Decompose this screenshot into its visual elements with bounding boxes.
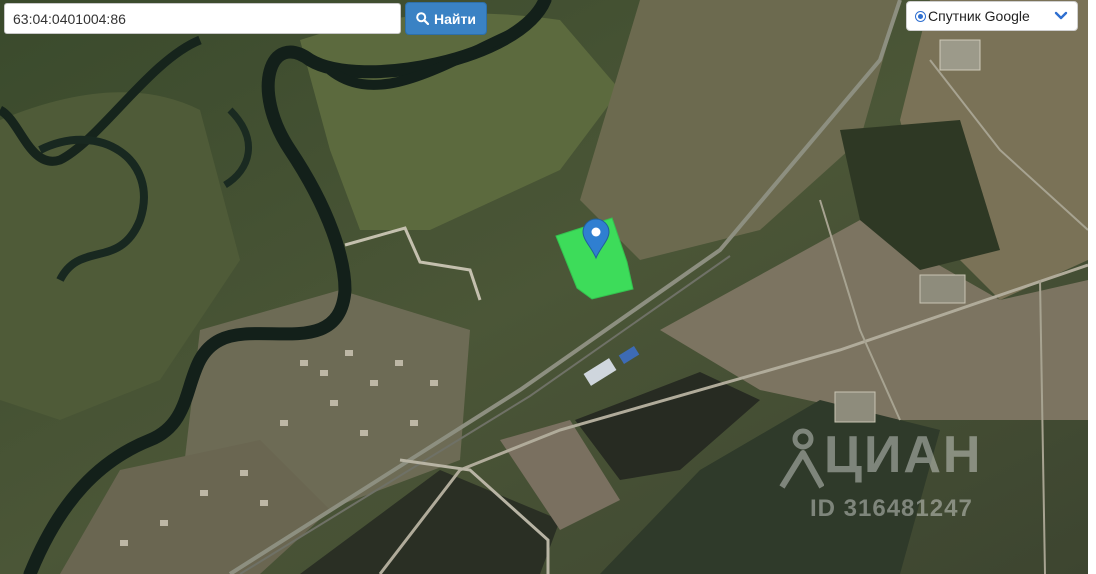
- layer-select-label: Спутник Google: [928, 8, 1030, 24]
- layer-radio[interactable]: [915, 10, 926, 22]
- cadastral-number-input[interactable]: [4, 3, 401, 34]
- industrial-block: [834, 391, 876, 423]
- search-button-label: Найти: [434, 10, 476, 27]
- industrial-block-3: [939, 39, 981, 71]
- map-right-edge: [1088, 0, 1096, 574]
- search-button[interactable]: Найти: [405, 2, 487, 35]
- industrial-block-2: [919, 274, 966, 304]
- chevron-down-icon[interactable]: [1053, 8, 1069, 24]
- satellite-map[interactable]: [0, 0, 1088, 574]
- map-layer-select[interactable]: Спутник Google: [906, 1, 1078, 31]
- search-icon: [416, 12, 430, 25]
